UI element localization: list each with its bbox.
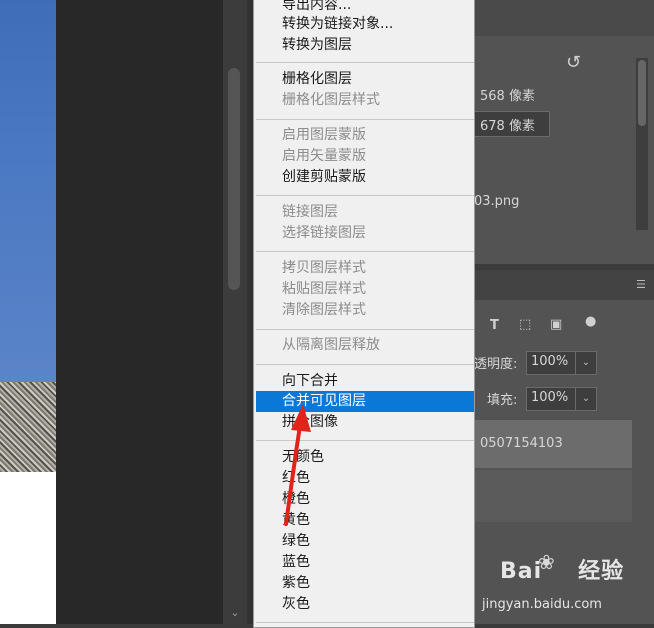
transform-icon[interactable]: ⬚ [519,317,531,332]
menu-item-link-layers: 链接图层 [282,204,338,220]
filename-label: 03.png [474,194,520,209]
menu-item-enable-vector-mask: 启用矢量蒙版 [282,148,366,164]
menu-item-release-from-isolation: 从隔离图层释放 [282,337,380,353]
text-icon[interactable]: T [490,318,499,333]
baidu-paw-icon: ❀ [538,550,555,574]
properties-scrollbar-thumb[interactable] [638,60,646,126]
menu-separator [256,622,474,623]
menu-item-color-orange[interactable]: 橙色 [282,489,310,509]
menu-item-flatten-image[interactable]: 拼合图像 [282,412,338,432]
height-value[interactable]: 678 像素 [480,115,535,134]
layer-name[interactable]: 0507154103 [480,436,563,451]
menu-item-color-red[interactable]: 红色 [282,468,310,488]
fill-dropdown-icon[interactable]: ⌄ [575,387,597,411]
menu-item-color-green[interactable]: 绿色 [282,531,310,551]
menu-item-merge-down[interactable]: 向下合并 [282,371,338,391]
menu-item-convert-to-linked[interactable]: 转换为链接对象... [282,14,393,34]
smart-object-icon[interactable]: ▣ [550,317,562,332]
menu-item-clear-layer-style: 清除图层样式 [282,302,366,318]
scroll-down-icon[interactable]: ⌄ [226,606,244,620]
menu-separator [256,62,474,63]
layer-row[interactable] [472,470,632,522]
canvas-scrollbar-thumb[interactable] [228,68,240,290]
menu-item-enable-layer-mask: 启用图层蒙版 [282,127,366,143]
fill-value[interactable]: 100% [531,390,568,405]
menu-item-convert-to-layers[interactable]: 转换为图层 [282,35,352,55]
opacity-value[interactable]: 100% [531,354,568,369]
watermark-url: jingyan.baidu.com [482,597,602,612]
undo-icon[interactable]: ↺ [566,52,581,73]
menu-item-color-violet[interactable]: 紫色 [282,573,310,593]
menu-item-export-contents[interactable]: 导出内容... [282,0,351,15]
menu-separator [256,251,474,252]
panel-menu-icon[interactable]: ☰ [636,279,646,290]
menu-item-create-clipping-mask[interactable]: 创建剪贴蒙版 [282,167,366,187]
width-value: 568 像素 [480,89,535,104]
menu-item-rasterize-layer[interactable]: 栅格化图层 [282,69,352,89]
context-menu: 导出内容... 转换为链接对象... 转换为图层 栅格化图层 栅格化图层样式 启… [253,0,475,628]
menu-separator [256,119,474,120]
menu-item-select-linked-layers: 选择链接图层 [282,225,366,241]
menu-separator [256,329,474,330]
opacity-label: 透明度: [474,357,518,372]
layers-panel-header [472,270,654,300]
canvas-image [0,0,56,624]
watermark-brand: Bai 经验 [500,559,625,584]
opacity-dropdown-icon[interactable]: ⌄ [575,351,597,375]
menu-item-paste-layer-style: 粘贴图层样式 [282,281,366,297]
menu-item-merge-visible[interactable]: 合并可见图层 [282,391,366,411]
canvas-pasteboard [56,0,223,624]
menu-item-color-none[interactable]: 无颜色 [282,447,324,467]
fill-label: 填充: [487,393,518,408]
menu-separator [256,440,474,441]
menu-item-rasterize-layer-style: 栅格化图层样式 [282,92,380,108]
properties-panel-header [472,0,654,36]
image-rocks [0,382,56,472]
image-sky [0,0,56,382]
menu-separator [256,195,474,196]
menu-item-color-gray[interactable]: 灰色 [282,594,310,614]
menu-item-color-blue[interactable]: 蓝色 [282,552,310,572]
menu-separator [256,364,474,365]
toggle-icon[interactable]: ● [585,314,596,329]
menu-item-copy-layer-style: 拷贝图层样式 [282,260,366,276]
menu-item-color-yellow[interactable]: 黄色 [282,510,310,530]
